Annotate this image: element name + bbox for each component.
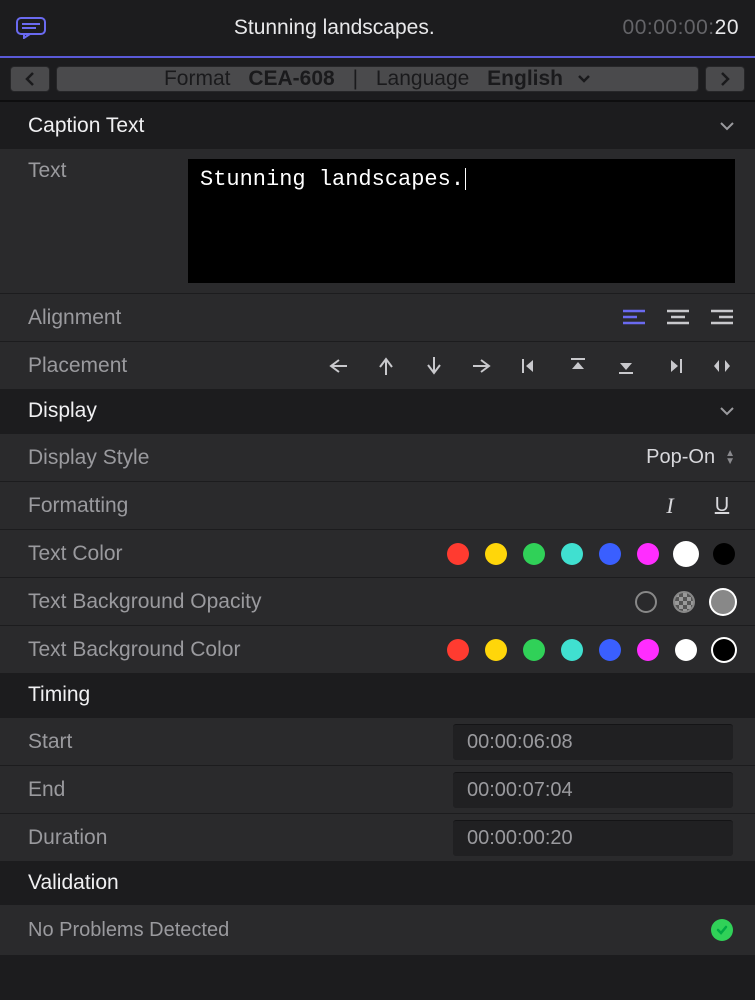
- prev-caption-button[interactable]: [10, 66, 50, 92]
- move-down-button[interactable]: [421, 353, 447, 379]
- text-color-green[interactable]: [523, 543, 545, 565]
- align-left-button[interactable]: [621, 305, 647, 331]
- display-style-select[interactable]: Pop-On ▲▼: [228, 446, 735, 469]
- text-bg-opacity-label: Text Background Opacity: [28, 590, 328, 614]
- text-label: Text: [28, 159, 188, 183]
- text-color-label: Text Color: [28, 542, 228, 566]
- text-color-cyan[interactable]: [561, 543, 583, 565]
- bg-color-red[interactable]: [447, 639, 469, 661]
- bg-opacity-solid[interactable]: [711, 590, 735, 614]
- bg-color-yellow[interactable]: [485, 639, 507, 661]
- text-color-blue[interactable]: [599, 543, 621, 565]
- text-color-red[interactable]: [447, 543, 469, 565]
- bg-color-black[interactable]: [713, 639, 735, 661]
- timecode-display: 00:00:00:20: [623, 16, 739, 40]
- display-style-label: Display Style: [28, 446, 228, 470]
- align-center-button[interactable]: [665, 305, 691, 331]
- move-far-left-button[interactable]: [517, 353, 543, 379]
- validation-section-header: Validation: [0, 861, 755, 905]
- move-up-button[interactable]: [373, 353, 399, 379]
- alignment-label: Alignment: [28, 306, 188, 330]
- format-language-select[interactable]: Format CEA-608 | Language English: [56, 66, 699, 92]
- center-button[interactable]: [709, 353, 735, 379]
- timing-section-header: Timing: [0, 673, 755, 717]
- move-far-right-button[interactable]: [661, 353, 687, 379]
- validation-ok-icon: [711, 919, 733, 941]
- stepper-icon: ▲▼: [725, 450, 735, 466]
- text-color-black[interactable]: [713, 543, 735, 565]
- bg-color-cyan[interactable]: [561, 639, 583, 661]
- end-time-input[interactable]: 00:00:07:04: [453, 772, 733, 808]
- bg-color-green[interactable]: [523, 639, 545, 661]
- bg-color-blue[interactable]: [599, 639, 621, 661]
- move-bottom-button[interactable]: [613, 353, 639, 379]
- bg-color-magenta[interactable]: [637, 639, 659, 661]
- placement-label: Placement: [28, 354, 188, 378]
- collapse-display-icon[interactable]: [719, 406, 735, 416]
- align-right-button[interactable]: [709, 305, 735, 331]
- move-top-button[interactable]: [565, 353, 591, 379]
- caption-text-section-header: Caption Text: [0, 104, 755, 148]
- next-caption-button[interactable]: [705, 66, 745, 92]
- text-color-yellow[interactable]: [485, 543, 507, 565]
- text-color-white[interactable]: [675, 543, 697, 565]
- move-right-button[interactable]: [469, 353, 495, 379]
- chevron-down-icon: [577, 74, 591, 84]
- caption-text-input[interactable]: Stunning landscapes.: [188, 159, 735, 283]
- duration-label: Duration: [28, 826, 188, 850]
- start-time-input[interactable]: 00:00:06:08: [453, 724, 733, 760]
- caption-title: Stunning landscapes.: [46, 16, 623, 40]
- text-bg-color-label: Text Background Color: [28, 638, 288, 662]
- validation-status: No Problems Detected: [28, 919, 229, 942]
- text-color-magenta[interactable]: [637, 543, 659, 565]
- caption-icon[interactable]: [16, 17, 46, 39]
- move-left-button[interactable]: [325, 353, 351, 379]
- end-label: End: [28, 778, 188, 802]
- bg-color-white[interactable]: [675, 639, 697, 661]
- bg-opacity-semi[interactable]: [673, 591, 695, 613]
- collapse-caption-text-icon[interactable]: [719, 121, 735, 131]
- italic-button[interactable]: I: [657, 493, 683, 519]
- underline-button[interactable]: U: [709, 493, 735, 519]
- formatting-label: Formatting: [28, 494, 228, 518]
- duration-time-input[interactable]: 00:00:00:20: [453, 820, 733, 856]
- bg-opacity-none[interactable]: [635, 591, 657, 613]
- display-section-header: Display: [0, 389, 755, 433]
- start-label: Start: [28, 730, 188, 754]
